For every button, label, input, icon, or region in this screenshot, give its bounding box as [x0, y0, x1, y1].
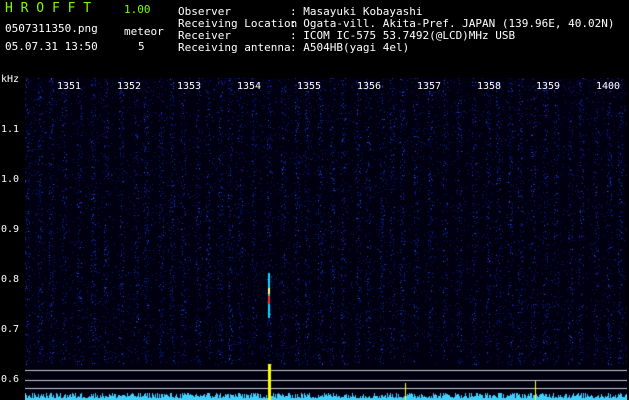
count-text: 5	[138, 40, 145, 53]
y-tick-label: 0.6	[1, 374, 20, 385]
timestamp-text: 05.07.31 13:50	[5, 40, 98, 53]
y-tick-label: 1.0	[1, 174, 20, 185]
x-tick-label: 1359	[536, 81, 561, 92]
mode-text: meteor	[124, 25, 164, 38]
x-tick-label: 1358	[477, 81, 502, 92]
y-unit-label: kHz	[1, 74, 20, 85]
x-tick-label: 1355	[297, 81, 322, 92]
y-tick-label: 0.8	[1, 274, 20, 285]
spectrogram-canvas	[25, 78, 627, 400]
y-tick-label: 1.1	[1, 124, 20, 135]
y-tick-label: 0.9	[1, 224, 20, 235]
filename-text: 0507311350.png	[5, 22, 98, 35]
x-tick-label: 1351	[57, 81, 82, 92]
hroff-window: H R O F F T 1.00 0507311350.png meteor 0…	[0, 0, 629, 400]
x-tick-label: 1353	[177, 81, 202, 92]
x-tick-label: 1354	[237, 81, 262, 92]
y-tick-label: 0.7	[1, 324, 20, 335]
info-value-antenna: : A504HB(yagi 4el)	[290, 41, 410, 54]
x-tick-label: 1352	[117, 81, 142, 92]
info-label-antenna: Receiving antenna	[178, 41, 291, 54]
spectrogram-plot	[25, 78, 627, 400]
x-tick-label: 1356	[357, 81, 382, 92]
app-title: H R O F F T	[5, 1, 92, 16]
x-tick-label: 1400	[596, 81, 621, 92]
x-tick-label: 1357	[417, 81, 442, 92]
app-version: 1.00	[124, 3, 151, 16]
